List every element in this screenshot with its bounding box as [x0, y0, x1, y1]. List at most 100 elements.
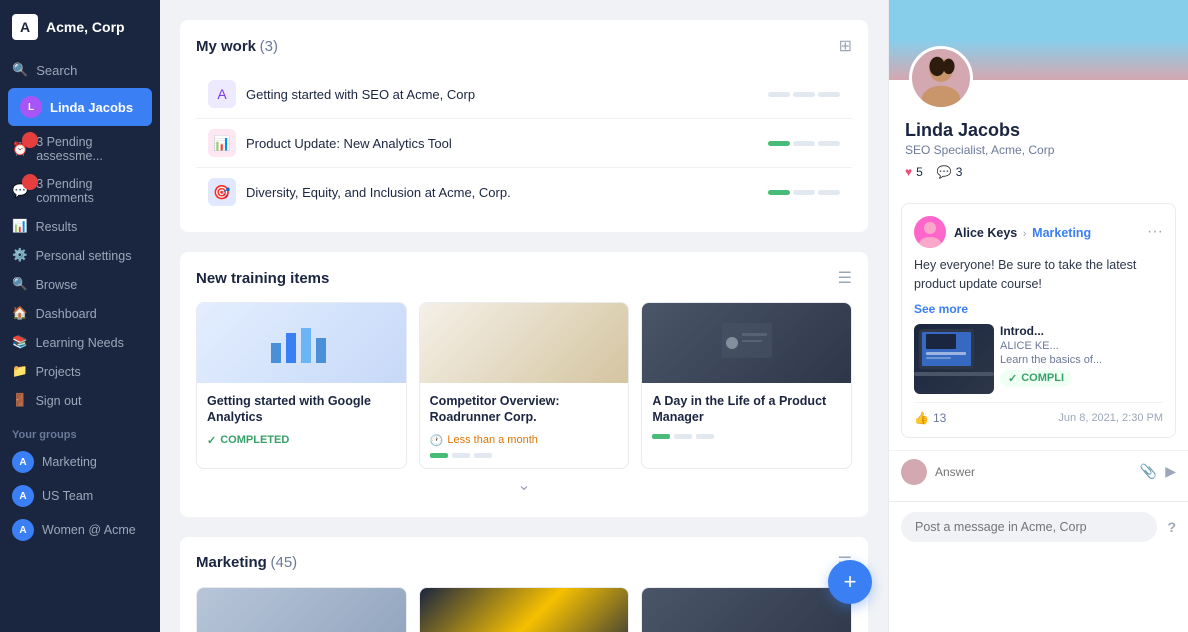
- marketing-card-2[interactable]: [419, 587, 630, 632]
- feed-media[interactable]: Introd... ALICE KE... Learn the basics o…: [914, 324, 1163, 394]
- fab-button[interactable]: +: [828, 560, 872, 604]
- roadrunner-progress: [430, 453, 619, 458]
- results-icon: 📊: [12, 219, 28, 234]
- card-title-analytics: Getting started with Google Analytics: [207, 393, 396, 426]
- feed-media-desc: Learn the basics of...: [1000, 354, 1163, 366]
- dot-2: [793, 141, 815, 146]
- group-item-marketing[interactable]: A Marketing: [0, 445, 160, 479]
- mcard-img-2: [420, 588, 629, 632]
- reply-avatar: [901, 459, 927, 485]
- search-label: Search: [36, 63, 77, 78]
- projects-label: Projects: [36, 365, 81, 379]
- list-icon[interactable]: ☰: [838, 268, 852, 288]
- pline-3: [696, 434, 714, 439]
- active-user-item[interactable]: L Linda Jacobs: [8, 88, 152, 126]
- feed-arrow-icon: ›: [1023, 228, 1027, 240]
- feed-actions: 👍 13 Jun 8, 2021, 2:30 PM: [914, 402, 1163, 425]
- work-item-dei[interactable]: 🎯 Diversity, Equity, and Inclusion at Ac…: [196, 168, 852, 216]
- paperclip-icon[interactable]: 📎: [1140, 463, 1157, 480]
- comments-count: 3: [956, 165, 963, 179]
- pending-comments-label: 3 Pending comments: [36, 177, 148, 205]
- sidebar-item-learning-needs[interactable]: 📚 Learning Needs: [0, 328, 160, 357]
- training-card-google-analytics[interactable]: Getting started with Google Analytics ✓ …: [196, 302, 407, 469]
- new-training-title: New training items: [196, 270, 329, 287]
- active-user-name: Linda Jacobs: [50, 100, 133, 115]
- card-title-product-manager: A Day in the Life of a Product Manager: [652, 393, 841, 426]
- work-item-seo[interactable]: A Getting started with SEO at Acme, Corp: [196, 70, 852, 119]
- marketing-avatar: A: [12, 451, 34, 473]
- mcard-img-3: [642, 588, 851, 632]
- feed-media-author: ALICE KE...: [1000, 340, 1163, 352]
- work-item-analytics[interactable]: 📊 Product Update: New Analytics Tool: [196, 119, 852, 168]
- right-panel: Linda Jacobs SEO Specialist, Acme, Corp …: [888, 0, 1188, 632]
- women-at-acme-label: Women @ Acme: [42, 523, 136, 537]
- feed-like-button[interactable]: 👍 13: [914, 411, 946, 425]
- group-item-us-team[interactable]: A US Team: [0, 479, 160, 513]
- marketing-card-3[interactable]: [641, 587, 852, 632]
- work-item-seo-name: Getting started with SEO at Acme, Corp: [246, 87, 758, 102]
- search-button[interactable]: 🔍 Search: [0, 54, 160, 86]
- seo-progress: [768, 92, 840, 97]
- dot-3: [818, 92, 840, 97]
- mcard-img-1: [197, 588, 406, 632]
- sidebar-item-browse[interactable]: 🔍 Browse: [0, 270, 160, 299]
- sidebar-item-pending-assessments[interactable]: ⏰ 3 Pending assessme...: [0, 128, 160, 170]
- help-icon[interactable]: ?: [1167, 519, 1176, 535]
- card-img-analytics: [197, 303, 406, 383]
- feed-media-title: Introd...: [1000, 324, 1163, 338]
- profile-avatar-wrap: [909, 46, 973, 110]
- profile-likes: ♥ 5: [905, 165, 923, 179]
- marketing-header: Marketing (45) ☰: [196, 553, 852, 573]
- training-card-roadrunner[interactable]: Competitor Overview: Roadrunner Corp. 🕐 …: [419, 302, 630, 469]
- pending-assessments-label: 3 Pending assessme...: [36, 135, 148, 163]
- dot-1: [768, 141, 790, 146]
- marketing-card-1[interactable]: [196, 587, 407, 632]
- send-icon[interactable]: ▶: [1165, 463, 1176, 480]
- profile-name: Linda Jacobs: [905, 120, 1172, 141]
- group-item-women-at-acme[interactable]: A Women @ Acme: [0, 513, 160, 547]
- dot-2: [793, 190, 815, 195]
- my-work-header: My work (3) ⊞: [196, 36, 852, 56]
- sidebar-item-results[interactable]: 📊 Results: [0, 212, 160, 241]
- feed-group[interactable]: Marketing: [1032, 226, 1091, 240]
- new-training-header: New training items ☰: [196, 268, 852, 288]
- work-item-seo-icon: A: [208, 80, 236, 108]
- feed-post-user: Alice Keys › Marketing: [914, 216, 1091, 248]
- clock-icon: 🕐: [430, 434, 444, 447]
- due-label: Less than a month: [447, 434, 538, 446]
- training-card-product-manager[interactable]: A Day in the Life of a Product Manager: [641, 302, 852, 469]
- show-more-button[interactable]: ⌄: [196, 469, 852, 501]
- grid-icon[interactable]: ⊞: [839, 36, 852, 56]
- pline-1: [652, 434, 670, 439]
- projects-icon: 📁: [12, 364, 28, 379]
- sidebar-item-sign-out[interactable]: 🚪 Sign out: [0, 386, 160, 415]
- marketing-title: Marketing: [196, 554, 267, 571]
- dashboard-label: Dashboard: [36, 307, 97, 321]
- signout-icon: 🚪: [12, 393, 28, 408]
- app-logo[interactable]: A Acme, Corp: [0, 0, 160, 54]
- marketing-grid: [196, 587, 852, 632]
- card-body-analytics: Getting started with Google Analytics ✓ …: [197, 383, 406, 457]
- message-input[interactable]: [901, 512, 1157, 542]
- sidebar-item-dashboard[interactable]: 🏠 Dashboard: [0, 299, 160, 328]
- reply-input[interactable]: [935, 465, 1132, 479]
- likes-count: 5: [916, 165, 923, 179]
- feed-user-avatar: [914, 216, 946, 248]
- analytics-progress: [768, 141, 840, 146]
- work-item-analytics-name: Product Update: New Analytics Tool: [246, 136, 758, 151]
- card-img-presentation: [642, 303, 851, 383]
- feed-more-button[interactable]: ···: [1147, 223, 1163, 241]
- results-label: Results: [36, 220, 78, 234]
- feed-see-more-button[interactable]: See more: [914, 302, 1163, 316]
- sidebar-item-projects[interactable]: 📁 Projects: [0, 357, 160, 386]
- logo-icon: A: [12, 14, 38, 40]
- sidebar-item-pending-comments[interactable]: 💬 3 Pending comments: [0, 170, 160, 212]
- profile-banner: [889, 0, 1188, 80]
- marketing-label: Marketing: [42, 455, 97, 469]
- new-training-section: New training items ☰ Getting started wit…: [180, 252, 868, 517]
- pline-1: [430, 453, 448, 458]
- thumbsup-icon: 👍: [914, 411, 929, 425]
- pline-2: [674, 434, 692, 439]
- profile-role: SEO Specialist, Acme, Corp: [905, 143, 1172, 157]
- sidebar-item-personal-settings[interactable]: ⚙️ Personal settings: [0, 241, 160, 270]
